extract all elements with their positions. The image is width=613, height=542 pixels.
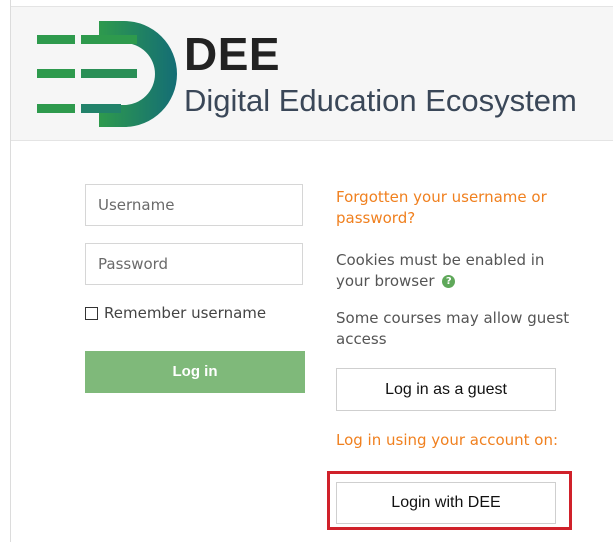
- remember-label: Remember username: [104, 304, 267, 322]
- remember-username[interactable]: Remember username: [85, 304, 266, 322]
- remember-checkbox[interactable]: [85, 307, 98, 320]
- password-input[interactable]: [85, 243, 303, 285]
- login-button[interactable]: Log in: [85, 351, 305, 393]
- help-icon[interactable]: ?: [442, 275, 456, 288]
- dee-logo-icon: [37, 21, 177, 127]
- cookies-text: Cookies must be enabled in your browser: [336, 251, 545, 290]
- brand-short-name: DEE: [184, 28, 281, 80]
- account-login-text: Log in using your account on:: [336, 431, 559, 449]
- forgot-password-link[interactable]: Forgotten your username or password?: [336, 187, 576, 229]
- username-input[interactable]: [85, 184, 303, 226]
- site-header: DEE Digital Education Ecosystem: [11, 6, 613, 141]
- brand-full-name: Digital Education Ecosystem: [184, 83, 577, 118]
- login-page: DEE Digital Education Ecosystem Remember…: [10, 0, 613, 542]
- cookies-notice: Cookies must be enabled in your browser …: [336, 250, 576, 292]
- login-with-dee-button[interactable]: Login with DEE: [336, 482, 556, 524]
- guest-access-text: Some courses may allow guest access: [336, 309, 570, 348]
- guest-login-button[interactable]: Log in as a guest: [336, 368, 556, 411]
